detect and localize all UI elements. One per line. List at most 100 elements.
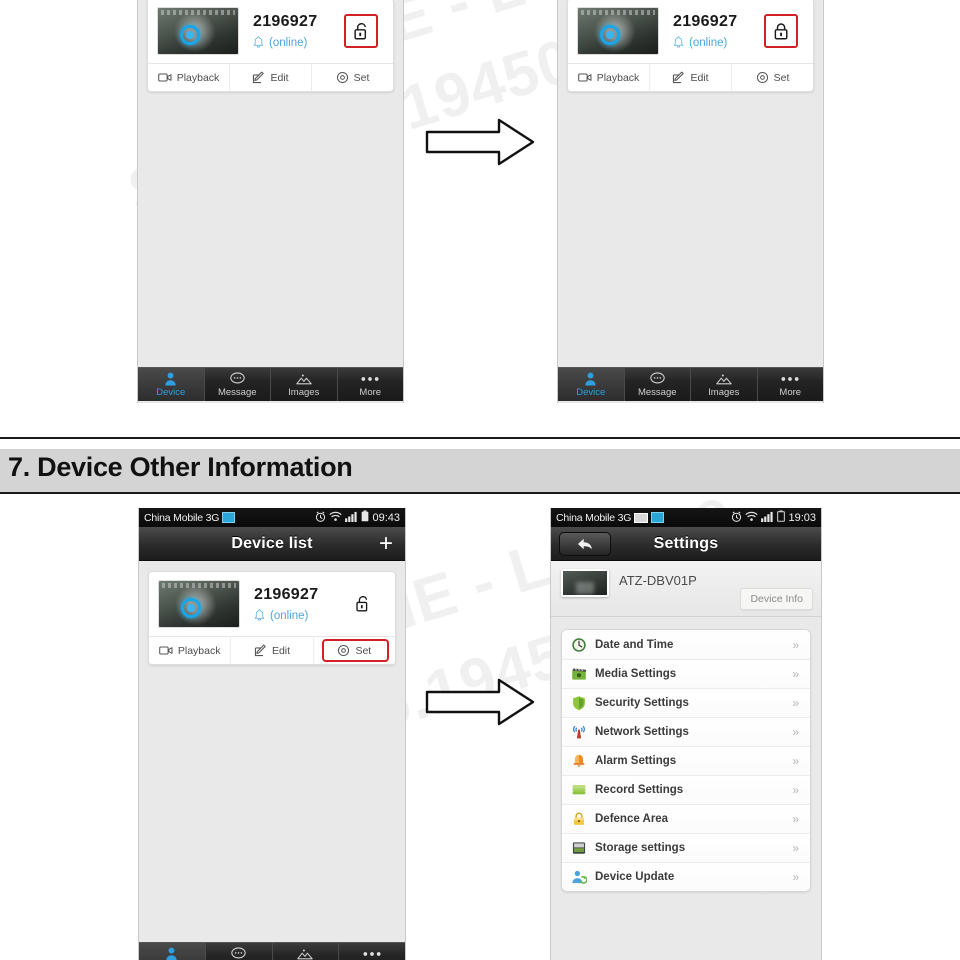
edit-button[interactable]: Edit xyxy=(229,64,311,91)
alarm-clock-icon xyxy=(315,510,326,525)
status-bar-right: 19:03 xyxy=(731,510,816,525)
tab-device[interactable]: Device xyxy=(139,943,205,960)
settings-row-label: Security Settings xyxy=(595,697,689,709)
chat-bubble-icon xyxy=(230,372,245,386)
device-thumbnail xyxy=(561,569,609,597)
edit-button[interactable]: Edit xyxy=(649,64,731,91)
settings-row-security-settings[interactable]: Security Settings » xyxy=(562,688,810,717)
camera-thumbnail[interactable] xyxy=(577,7,659,55)
settings-row-media-settings[interactable]: Media Settings » xyxy=(562,659,810,688)
device-card-top-section: 2196927 (online) xyxy=(568,0,813,63)
settings-row-record-settings[interactable]: Record Settings » xyxy=(562,775,810,804)
flow-arrow-top xyxy=(425,118,535,166)
set-button[interactable]: Set xyxy=(731,64,813,91)
tab-more[interactable]: More xyxy=(756,368,824,401)
chevron-right-icon: » xyxy=(792,637,799,652)
edit-button[interactable]: Edit xyxy=(230,637,312,664)
chevron-right-icon: » xyxy=(792,812,799,826)
status-bar-right: 09:43 xyxy=(315,510,400,525)
playback-label: Playback xyxy=(177,644,221,657)
carrier-label: China Mobile 3G xyxy=(556,511,632,524)
divider-top xyxy=(0,437,960,439)
tab-device[interactable]: Device xyxy=(558,368,624,401)
device-card-actions: Playback Edit Set xyxy=(568,63,813,91)
ellipsis-icon xyxy=(780,372,800,386)
phone-top-left: 2196927 (online) Playback Edit Set Devic… xyxy=(137,0,404,403)
battery-icon xyxy=(361,510,369,525)
playback-button[interactable]: Playback xyxy=(148,64,229,91)
settings-row-device-update[interactable]: Device Update » xyxy=(562,862,810,891)
lock-toggle-button[interactable] xyxy=(344,14,378,48)
playback-button[interactable]: Playback xyxy=(568,64,649,91)
tab-more[interactable]: More xyxy=(336,368,404,401)
settings-row-storage-settings[interactable]: Storage settings » xyxy=(562,833,810,862)
settings-row-network-settings[interactable]: Network Settings » xyxy=(562,717,810,746)
camera-thumbnail[interactable] xyxy=(157,7,239,55)
antenna-icon xyxy=(572,725,586,739)
tab-message[interactable]: Message xyxy=(203,368,271,401)
device-card[interactable]: 2196927 (online) Playback Edit Set xyxy=(148,571,396,665)
alarm-clock-icon xyxy=(731,510,742,525)
picture-icon xyxy=(716,372,732,386)
device-card-actions: Playback Edit Set xyxy=(148,63,393,91)
divider-bottom xyxy=(0,492,960,494)
device-card-top-section: 2196927 (online) xyxy=(149,572,395,636)
bottom-tabbar-top-left: Device Message Images More xyxy=(138,367,403,401)
gear-icon xyxy=(756,71,768,84)
chevron-right-icon: » xyxy=(792,696,799,710)
tab-images-label: Images xyxy=(288,386,320,398)
back-button[interactable] xyxy=(559,531,611,556)
set-button-highlight xyxy=(321,639,389,662)
tab-images[interactable]: Images xyxy=(270,368,337,401)
settings-row-label: Media Settings xyxy=(595,668,677,680)
tab-images-label: Images xyxy=(708,386,740,398)
device-online-label: (online) xyxy=(689,36,728,49)
tab-device-label: Device xyxy=(156,386,186,398)
page-title: 7. Device Other Information xyxy=(8,452,353,482)
tab-message[interactable]: Message xyxy=(623,368,691,401)
lock-toggle-button[interactable] xyxy=(346,587,380,621)
notification-badge-icon xyxy=(222,512,236,523)
settings-row-alarm-settings[interactable]: Alarm Settings » xyxy=(562,746,810,775)
tab-message[interactable]: Message xyxy=(204,943,272,960)
tab-device-label: Device xyxy=(576,386,606,398)
device-id: 2196927 xyxy=(254,586,319,603)
set-button[interactable]: Set xyxy=(311,64,393,91)
set-button[interactable]: Set xyxy=(312,637,395,664)
device-id: 2196927 xyxy=(253,13,318,30)
wifi-icon xyxy=(329,511,343,525)
picture-icon xyxy=(297,947,314,960)
tab-images[interactable]: Images xyxy=(271,943,339,960)
status-bar-left: China Mobile 3G xyxy=(556,512,731,524)
video-camera-icon xyxy=(577,73,592,82)
clock-icon xyxy=(572,637,586,652)
tab-images[interactable]: Images xyxy=(690,368,757,401)
settings-row-defence-area[interactable]: Defence Area » xyxy=(562,804,810,833)
pencil-square-icon xyxy=(254,644,266,657)
tab-more[interactable]: More xyxy=(338,943,405,960)
add-device-button[interactable]: + xyxy=(379,531,393,556)
playback-button[interactable]: Playback xyxy=(149,637,230,664)
settings-row-date-and-time[interactable]: Date and Time » xyxy=(562,630,810,659)
camera-thumbnail[interactable] xyxy=(158,580,240,628)
title-bar-settings: Settings xyxy=(551,527,821,561)
tab-device[interactable]: Device xyxy=(138,368,204,401)
device-card-top-right[interactable]: 2196927 (online) Playback Edit Set xyxy=(567,0,814,92)
unlock-icon xyxy=(353,22,366,39)
camera-focus-ring-icon xyxy=(181,597,202,618)
bell-icon xyxy=(573,754,585,767)
settings-row-label: Network Settings xyxy=(595,726,689,738)
settings-row-label: Defence Area xyxy=(595,813,669,825)
chevron-right-icon: » xyxy=(792,783,799,797)
bottom-tabbar-device-list: Device Message Images xyxy=(139,942,405,960)
notification-badge-icon xyxy=(651,512,665,523)
ellipsis-icon xyxy=(360,372,380,386)
device-info-button[interactable]: Device Info xyxy=(740,588,813,610)
battery-icon xyxy=(777,510,786,525)
picture-icon xyxy=(296,372,312,386)
device-card-info: 2196927 (online) xyxy=(240,586,340,622)
bell-icon xyxy=(253,36,264,48)
device-card-top-left[interactable]: 2196927 (online) Playback Edit Set xyxy=(147,0,394,92)
device-model-name: ATZ-DBV01P xyxy=(619,573,697,588)
lock-toggle-button[interactable] xyxy=(764,14,798,48)
